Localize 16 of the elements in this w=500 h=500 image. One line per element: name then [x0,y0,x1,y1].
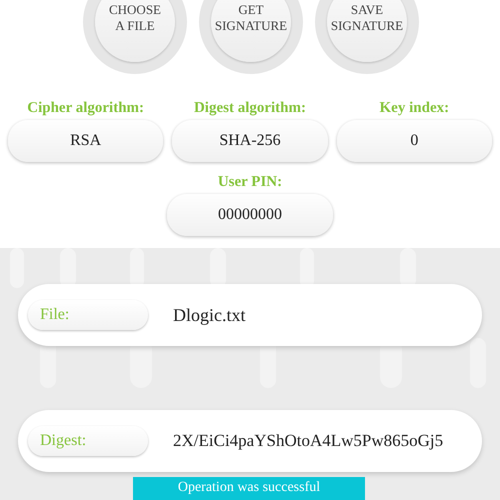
value-field[interactable]: 0 [336,120,492,162]
field-label: User PIN: [218,173,282,192]
status-toast: Operation was successful [133,477,365,500]
result-value: Dlogic.txt [173,304,246,326]
result-label: File: [28,300,148,330]
result-value: 2X/EiCi4paYShOtoA4Lw5Pw865oGj5 [173,431,444,451]
field-label: Cipher algorithm: [27,99,144,118]
field-label: Key index: [380,99,450,118]
result-label: Digest: [28,426,148,456]
value-field[interactable]: RSA [8,120,164,162]
round-button[interactable]: CHOOSE A FILE [83,0,187,74]
value-field[interactable]: SHA-256 [172,120,328,162]
pin-field[interactable]: 00000000 [167,194,333,236]
round-button[interactable]: GET SIGNATURE [199,0,303,74]
round-button[interactable]: SAVE SIGNATURE [315,0,419,74]
field-label: Digest algorithm: [194,99,306,118]
